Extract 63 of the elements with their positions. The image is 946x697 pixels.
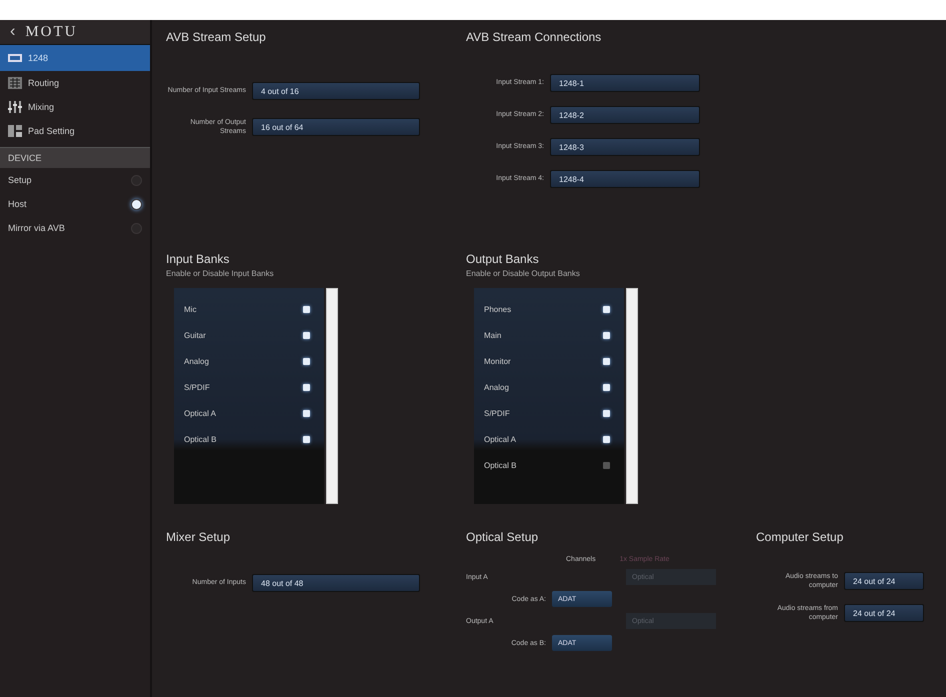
radio-button[interactable] [131,198,142,210]
dropdown[interactable]: 1248-4 [550,170,700,188]
checkbox[interactable] [303,410,310,416]
back-button[interactable]: ‹ [10,23,16,41]
sidebar-item[interactable]: Routing [0,71,150,95]
blocks-icon [8,125,22,137]
sidebar-item[interactable]: Mixing [0,95,150,119]
checkbox[interactable] [603,332,610,338]
bank-label: Guitar [184,330,206,340]
section-header: DEVICE [0,147,150,168]
bank-label: Analog [484,382,509,392]
checkbox[interactable] [303,306,310,312]
dropdown[interactable]: 1248-3 [550,138,700,156]
option-label: Host [8,199,27,209]
checkbox[interactable] [603,306,610,312]
radio-button[interactable] [131,174,142,186]
checkbox[interactable] [303,332,310,338]
dropdown[interactable]: 24 out of 24 [844,572,924,590]
section-title: Mixer Setup [166,530,232,544]
bank-label: Optical A [484,434,516,444]
bank-label: Monitor [484,356,511,366]
radio-button[interactable] [131,222,142,234]
bank-label: Mic [184,304,196,314]
section-subtitle: Enable or Disable Output Banks [466,269,581,278]
bank-label: S/PDIF [484,408,510,418]
section-title: Optical Setup [466,530,540,544]
sidebar-item[interactable]: Pad Setting [0,119,150,143]
checkbox[interactable] [303,358,310,364]
section-title: AVB Stream Connections [466,30,602,44]
checkbox[interactable] [603,410,610,416]
dropdown[interactable]: 24 out of 24 [844,604,924,622]
bank-label: Optical A [184,408,216,418]
grid-icon [8,77,22,89]
scrollbar[interactable] [326,288,338,504]
bank-label: S/PDIF [184,382,210,392]
bank-label: Optical B [484,460,516,470]
checkbox[interactable] [303,384,310,390]
device-item[interactable]: 1248 [0,45,150,71]
device-icon [8,52,22,64]
dropdown[interactable]: 4 out of 16 [252,82,420,100]
dropdown[interactable]: 1248-2 [550,106,700,124]
bank-label: Optical B [184,434,216,444]
section-subtitle: Enable or Disable Input Banks [166,269,275,278]
section-title: AVB Stream Setup [166,30,267,44]
section-title: Input Banks [166,252,230,266]
option-label: Setup [8,175,32,185]
checkbox[interactable] [603,384,610,390]
checkbox[interactable] [303,436,310,442]
bank-label: Analog [184,356,209,366]
scrollbar[interactable] [626,288,638,504]
checkbox[interactable] [603,436,610,442]
dropdown[interactable]: 1248-1 [550,74,700,92]
bank-label: Main [484,330,502,340]
dropdown[interactable]: 48 out of 48 [252,574,420,592]
checkbox[interactable] [603,358,610,364]
section-title: Computer Setup [756,530,844,544]
logo: MOTU [25,24,78,40]
option-label: Mirror via AVB [8,223,65,233]
bank-label: Phones [484,304,512,314]
section-title: Output Banks [466,252,540,266]
faders-icon [8,101,22,113]
checkbox[interactable] [603,462,610,468]
dropdown[interactable]: 16 out of 64 [252,118,420,136]
